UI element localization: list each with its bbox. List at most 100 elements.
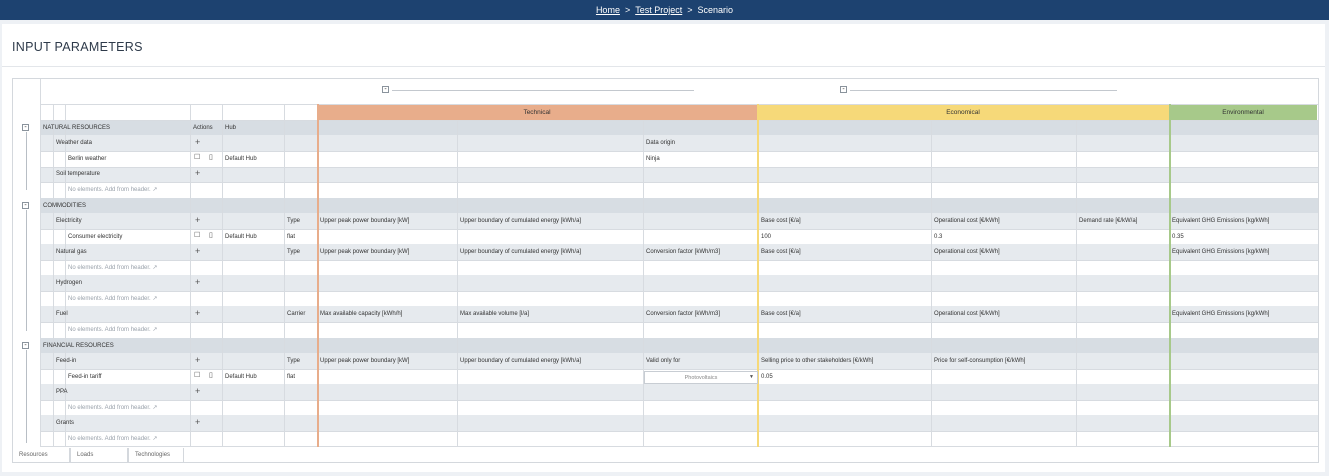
- edit-icon[interactable]: ☐: [194, 372, 200, 380]
- grid-line: [41, 446, 1318, 447]
- ghg-value[interactable]: 0.35: [1172, 233, 1184, 241]
- collapse-economical-button[interactable]: -: [840, 86, 847, 93]
- grid-line: [41, 104, 1318, 105]
- header-row-ppa: [41, 384, 1318, 400]
- column-header: Carrier: [287, 311, 306, 317]
- title-divider: [2, 66, 1325, 67]
- grid-line: [1076, 120, 1077, 447]
- edit-icon[interactable]: ☐: [194, 232, 200, 240]
- environmental-divider: [1169, 104, 1171, 447]
- item-name: Feed-in tariff: [68, 374, 102, 380]
- hub-value: Default Hub: [225, 156, 257, 162]
- category-label: PPA: [56, 389, 68, 395]
- header-row-weather: [41, 135, 1318, 151]
- grid-line: [41, 167, 1318, 168]
- tree-connector: [26, 350, 27, 443]
- collapse-technical-button[interactable]: -: [382, 86, 389, 93]
- category-label: Electricity: [56, 218, 82, 224]
- column-header: Conversion factor [kWh/m3]: [646, 249, 721, 255]
- header-row-hydrogen: [41, 275, 1318, 291]
- add-electricity-button[interactable]: +: [195, 216, 200, 225]
- delete-icon[interactable]: ▯: [209, 372, 213, 380]
- type-value[interactable]: flat: [287, 233, 295, 241]
- column-header: Selling price to other stakeholders [€/k…: [761, 358, 874, 364]
- column-header: Upper boundary of cumulated energy [kWh/…: [460, 249, 582, 255]
- column-header: Max available capacity [kWh/h]: [320, 311, 403, 317]
- hub-header: Hub: [225, 125, 237, 131]
- page-title: INPUT PARAMETERS: [12, 40, 143, 54]
- chevron-down-icon: ▼: [749, 374, 754, 380]
- column-header: Price for self-consumption [€/kWh]: [934, 358, 1026, 364]
- tab-resources[interactable]: Resources: [12, 448, 70, 463]
- add-hydrogen-button[interactable]: +: [195, 278, 200, 287]
- group-header-environmental: Environmental: [1169, 104, 1317, 120]
- edit-icon[interactable]: ☐: [194, 154, 200, 162]
- breadcrumb-separator: >: [687, 5, 693, 15]
- grid-line: [41, 182, 1318, 183]
- grid-line: [41, 322, 1318, 323]
- group-label: Environmental: [1222, 108, 1264, 116]
- add-ppa-button[interactable]: +: [195, 387, 200, 396]
- add-fuel-button[interactable]: +: [195, 309, 200, 318]
- column-header: Base cost [€/a]: [761, 311, 801, 317]
- delete-icon[interactable]: ▯: [209, 232, 213, 240]
- column-header: Type: [287, 218, 301, 224]
- category-label: Grants: [56, 420, 75, 426]
- empty-hint: No elements. Add from header. ↗: [68, 187, 158, 193]
- column-header: Base cost [€/a]: [761, 218, 801, 224]
- column-header: Equivalent GHG Emissions [kg/kWh]: [1172, 218, 1270, 224]
- operational-cost-value[interactable]: 0.3: [934, 233, 942, 241]
- tab-technologies[interactable]: Technologies: [128, 448, 184, 463]
- empty-hint: No elements. Add from header. ↗: [68, 265, 158, 271]
- add-weather-button[interactable]: +: [195, 138, 200, 147]
- category-label: Natural gas: [56, 249, 87, 255]
- grid-line: [41, 291, 1318, 292]
- tree-connector: [26, 210, 27, 331]
- add-gas-button[interactable]: +: [195, 247, 200, 256]
- column-header: Upper peak power boundary [kW]: [320, 358, 410, 364]
- actions-header: Actions: [193, 125, 213, 131]
- group-label: Economical: [946, 108, 980, 116]
- grid-line: [41, 431, 1318, 432]
- group-label: Technical: [523, 108, 551, 116]
- column-header: Upper peak power boundary [kW]: [320, 249, 410, 255]
- category-label: Feed-in: [56, 358, 77, 364]
- group-header-technical: Technical: [317, 104, 757, 120]
- data-origin-value[interactable]: Ninja: [646, 155, 660, 163]
- column-header: Max available volume [l/a]: [460, 311, 530, 317]
- item-name: Consumer electricity: [68, 234, 123, 240]
- breadcrumb-home-link[interactable]: Home: [596, 5, 620, 15]
- collapse-financial-button[interactable]: -: [22, 342, 29, 349]
- base-cost-value[interactable]: 100: [761, 233, 771, 241]
- hub-value: Default Hub: [225, 374, 257, 380]
- collapse-commodities-button[interactable]: -: [22, 202, 29, 209]
- selling-price-value[interactable]: 0.05: [761, 373, 773, 381]
- column-header: Equivalent GHG Emissions [kg/kWh]: [1172, 249, 1270, 255]
- grid-line: [41, 151, 1318, 152]
- header-row-soil: [41, 167, 1318, 182]
- delete-icon[interactable]: ▯: [209, 154, 213, 162]
- item-name: Berlin weather: [68, 156, 107, 162]
- grid-line: [41, 400, 1318, 401]
- add-soil-button[interactable]: +: [195, 169, 200, 178]
- valid-only-for-select[interactable]: Photovoltaics ▼: [644, 371, 758, 384]
- add-feedin-button[interactable]: +: [195, 356, 200, 365]
- grid-line: [41, 260, 1318, 261]
- collapse-natural-button[interactable]: -: [22, 124, 29, 131]
- section-label: FINANCIAL RESOURCES: [43, 343, 114, 349]
- add-grants-button[interactable]: +: [195, 418, 200, 427]
- type-value[interactable]: flat: [287, 373, 295, 381]
- category-label: Hydrogen: [56, 280, 83, 286]
- grid-line: [40, 79, 41, 447]
- tab-loads[interactable]: Loads: [70, 448, 128, 463]
- column-header: Upper boundary of cumulated energy [kWh/…: [460, 218, 582, 224]
- input-parameters-card: INPUT PARAMETERS - - Technical Economica…: [2, 24, 1325, 472]
- technical-divider: [317, 104, 319, 447]
- tree-connector: [26, 132, 27, 190]
- grid-line: [931, 120, 932, 447]
- section-row-commodities: [41, 198, 1318, 213]
- breadcrumb-project-link[interactable]: Test Project: [635, 5, 682, 15]
- category-label: Fuel: [56, 311, 68, 317]
- section-label: NATURAL RESOURCES: [43, 125, 111, 131]
- grid-line: [41, 120, 1318, 121]
